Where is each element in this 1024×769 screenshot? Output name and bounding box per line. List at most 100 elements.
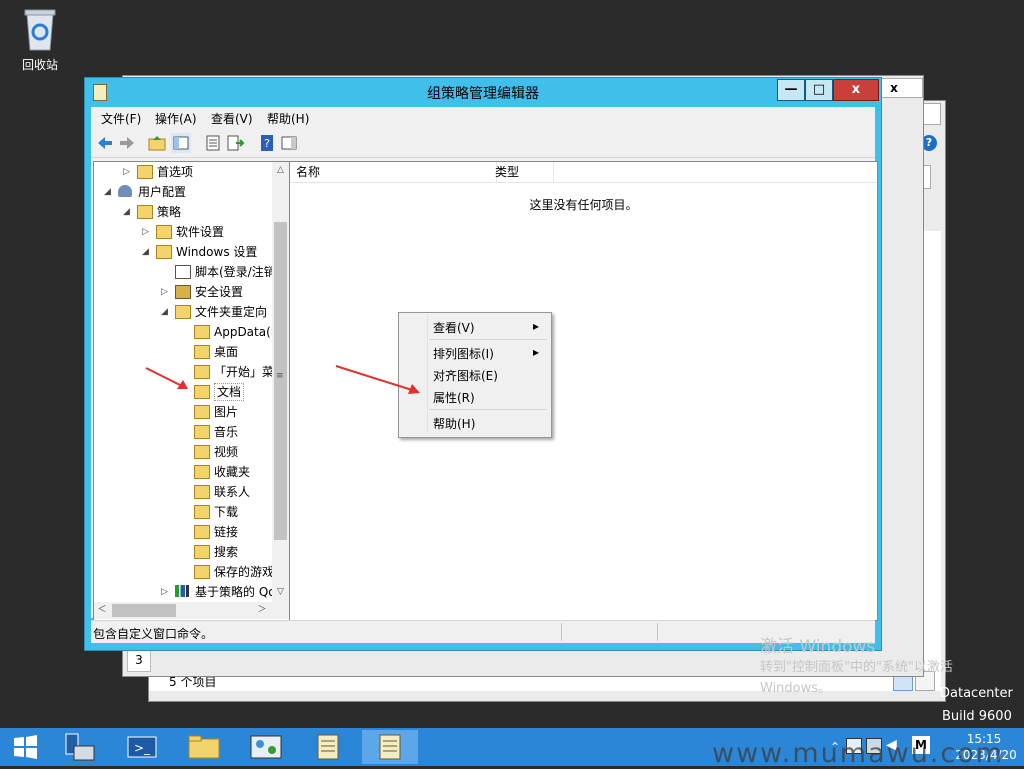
tree-item-label: 下载 [214,505,239,519]
user-config-icon [118,185,132,197]
tree-item-label: 图片 [214,405,239,419]
context-menu-align-icons[interactable]: 对齐图标(E) [433,367,498,384]
tree-horizontal-scrollbar[interactable]: ＜ ＞ [94,602,289,619]
taskbar-file-explorer[interactable] [176,730,232,764]
tree-hscroll-thumb[interactable] [112,604,176,617]
tree-item-label: 策略 [157,205,182,219]
tree-vertical-scrollbar[interactable]: △ ≡ ▽ [272,162,289,602]
list-header: 名称 类型 [290,162,877,183]
taskbar-powershell[interactable]: >_ [114,730,170,764]
submenu-arrow-icon: ▸ [533,319,540,333]
tree-item-label: 联系人 [214,485,251,499]
forward-arrow-icon[interactable] [117,133,137,153]
back-arrow-icon[interactable] [95,133,115,153]
context-menu-properties[interactable]: 属性(R) [433,389,475,406]
tree-item[interactable]: 图片 [94,402,272,422]
scroll-grip-icon: ≡ [276,371,284,381]
site-watermark: www.mumawu.com [712,738,1005,769]
collapsed-arrow-icon[interactable]: ▷ [161,582,171,602]
close-button[interactable]: x [833,79,879,101]
edition-text: Datacenter [940,686,1013,701]
folder-icon [137,165,153,179]
tree-item[interactable]: ▷ 安全设置 [94,282,272,302]
tree-item[interactable]: ◢ Windows 设置 [94,242,272,262]
tree-item-label: 软件设置 [176,225,225,239]
tree-item[interactable]: ▷ 首选项 [94,162,272,182]
scroll-left-arrow-icon[interactable]: ＜ [94,602,110,619]
tree-item[interactable]: ▷ 软件设置 [94,222,272,242]
scroll-down-arrow-icon[interactable]: ▽ [272,584,289,600]
recycle-bin[interactable]: 回收站 [14,6,66,73]
scroll-right-arrow-icon[interactable]: ＞ [254,602,270,619]
tree-item-label: 用户配置 [138,185,187,199]
tree-item[interactable]: 保存的游戏 [94,562,274,582]
tree-item[interactable]: ◢ 策略 [94,202,272,222]
menu-file[interactable]: 文件(F) [101,110,141,127]
tree-item[interactable]: ◢ 文件夹重定向 [94,302,272,322]
folder-icon [175,305,191,319]
tree-item-label: 首选项 [157,165,194,179]
start-button[interactable] [2,730,48,764]
tree-item[interactable]: 联系人 [94,482,272,502]
security-settings-icon [175,285,191,299]
tree-item-label: 文档 [214,383,245,401]
taskbar-server-manager[interactable] [52,730,108,764]
tree-item[interactable]: 视频 [94,442,272,462]
tree-item[interactable]: AppData(Roaming) [94,322,289,342]
export-list-icon[interactable] [225,133,245,153]
empty-list-message: 这里没有任何项目。 [529,198,638,212]
status-bar: 包含自定义窗口命令。 [91,620,875,643]
show-action-pane-icon[interactable] [279,133,299,153]
qos-chart-icon [175,585,189,597]
status-divider [561,623,562,641]
tree-item[interactable]: 搜索 [94,542,272,562]
show-hide-tree-icon[interactable] [171,133,191,153]
folder-icon [194,325,210,339]
scroll-up-arrow-icon[interactable]: △ [272,162,289,178]
title-bar[interactable]: 组策略管理编辑器 — □ x [85,78,881,106]
control-panel-icon [250,735,282,759]
collapsed-arrow-icon[interactable]: ▷ [123,162,133,182]
context-menu-help[interactable]: 帮助(H) [433,415,475,432]
recycle-bin-label: 回收站 [21,58,58,72]
activation-title: 激活 Windows [760,637,876,657]
tree-item[interactable]: 下载 [94,502,272,522]
tree-item[interactable]: ◢ 用户配置 [94,182,272,202]
tree-item[interactable]: 脚本(登录/注销) [94,262,280,282]
status-text: 包含自定义窗口命令。 [93,627,214,641]
help-book-icon[interactable]: ? [257,133,277,153]
tree-item[interactable]: 链接 [94,522,272,542]
tree-item[interactable]: 桌面 [94,342,272,362]
tree-item[interactable]: 音乐 [94,422,272,442]
tree-item-label: Windows 设置 [176,245,258,259]
column-type-header[interactable]: 类型 [491,162,554,182]
tree-item[interactable]: ▷ 基于策略的 QoS [94,582,283,602]
tree-item[interactable]: 收藏夹 [94,462,272,482]
context-menu-arrange-icons[interactable]: 排列图标(I) [433,345,494,362]
expanded-arrow-icon[interactable]: ◢ [104,182,114,202]
build-text: Build 9600 [942,709,1012,724]
menu-help[interactable]: 帮助(H) [267,110,309,127]
collapsed-arrow-icon[interactable]: ▷ [142,222,152,242]
taskbar-control-panel[interactable] [238,730,294,764]
taskbar-gp-editor[interactable] [362,730,418,764]
menu-bar: 文件(F) 操作(A) 查看(V) 帮助(H) [91,107,875,129]
properties-sheet-icon[interactable] [203,133,223,153]
collapsed-arrow-icon[interactable]: ▷ [161,282,171,302]
column-name-header[interactable]: 名称 [290,162,497,182]
expanded-arrow-icon[interactable]: ◢ [123,202,133,222]
tree-scroll-thumb[interactable]: ≡ [274,222,287,540]
maximize-button[interactable]: □ [805,79,833,101]
minimize-button[interactable]: — [777,79,805,101]
expanded-arrow-icon[interactable]: ◢ [142,242,152,262]
tree-item-label: 基于策略的 QoS [195,585,284,599]
expanded-arrow-icon[interactable]: ◢ [161,302,171,322]
server-manager-icon [65,733,95,761]
up-folder-icon[interactable] [147,133,167,153]
menu-view[interactable]: 查看(V) [211,110,253,127]
activation-line1: 转到"控制面板"中的"系统"以激活 [760,660,953,675]
folder-icon [194,545,210,559]
context-menu-view[interactable]: 查看(V) [433,319,475,336]
menu-action[interactable]: 操作(A) [155,110,197,127]
taskbar-gp-management[interactable] [300,730,356,764]
